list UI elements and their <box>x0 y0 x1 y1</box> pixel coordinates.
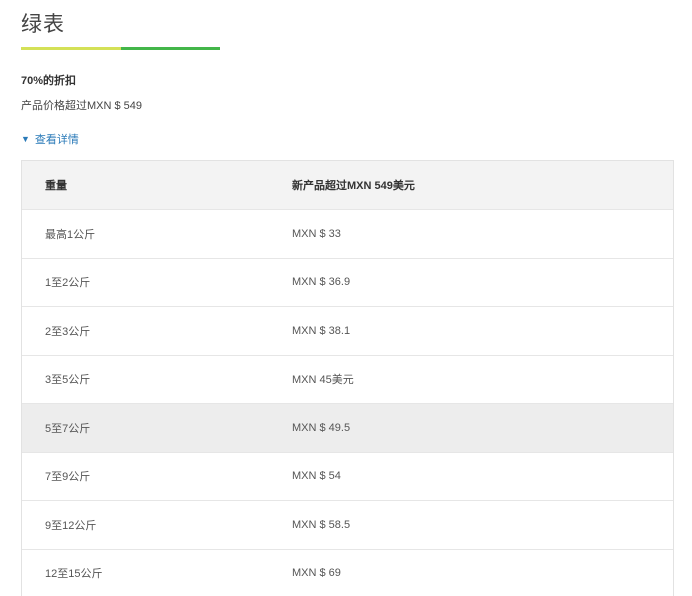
title-underline <box>21 47 220 50</box>
column-header-weight: 重量 <box>45 180 67 192</box>
weight-cell: 3至5公斤 <box>45 374 91 387</box>
title-underline-segment-2 <box>121 47 220 50</box>
shipping-rate-table: 重量 新产品超过MXN 549美元 最高1公斤 MXN $ 33 1至2公斤 M… <box>21 160 674 596</box>
weight-cell: 9至12公斤 <box>45 519 97 532</box>
column-header-price: 新产品超过MXN 549美元 <box>292 180 415 192</box>
price-cell: MXN $ 69 <box>292 567 341 580</box>
weight-cell: 1至2公斤 <box>45 277 91 290</box>
price-cell: MXN $ 33 <box>292 227 341 240</box>
table-row: 9至12公斤 MXN $ 58.5 <box>22 500 673 549</box>
table-row: 7至9公斤 MXN $ 54 <box>22 451 673 500</box>
weight-cell: 2至3公斤 <box>45 325 91 338</box>
price-cell: MXN $ 38.1 <box>292 324 351 337</box>
price-cell: MXN $ 36.9 <box>292 276 351 289</box>
discount-label: 70%的折扣 <box>21 75 77 87</box>
weight-cell: 最高1公斤 <box>45 228 96 241</box>
table-row: 1至2公斤 MXN $ 36.9 <box>22 257 673 306</box>
table-row-hovered: 5至7公斤 MXN $ 49.5 <box>22 403 673 452</box>
table-row: 12至15公斤 MXN $ 69 <box>22 548 673 596</box>
price-cell: MXN $ 54 <box>292 470 341 483</box>
table-header: 重量 新产品超过MXN 549美元 <box>22 161 673 209</box>
discount-condition: 产品价格超过MXN $ 549 <box>21 100 143 112</box>
table-row: 2至3公斤 MXN $ 38.1 <box>22 306 673 355</box>
table-row: 最高1公斤 MXN $ 33 <box>22 209 673 258</box>
weight-cell: 7至9公斤 <box>45 471 91 484</box>
page-title: 绿表 <box>21 13 65 36</box>
weight-cell: 12至15公斤 <box>45 568 103 581</box>
price-cell: MXN $ 58.5 <box>292 518 351 531</box>
title-underline-segment-1 <box>21 47 121 50</box>
table-row: 3至5公斤 MXN 45美元 <box>22 354 673 403</box>
view-details-toggle[interactable]: ▼ 查看详情 <box>21 131 79 147</box>
triangle-down-icon: ▼ <box>21 134 30 144</box>
price-cell: MXN 45美元 <box>292 374 354 387</box>
weight-cell: 5至7公斤 <box>45 422 91 435</box>
view-details-label: 查看详情 <box>34 134 79 146</box>
price-cell: MXN $ 49.5 <box>292 421 351 434</box>
